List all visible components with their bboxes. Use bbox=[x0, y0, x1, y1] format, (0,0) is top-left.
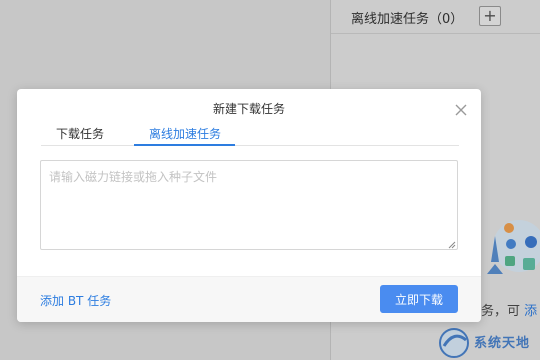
add-bt-task-link[interactable]: 添加 BT 任务 bbox=[40, 292, 111, 309]
dialog-footer: 添加 BT 任务 立即下载 bbox=[17, 276, 481, 322]
download-now-button[interactable]: 立即下载 bbox=[380, 285, 458, 313]
active-tab-indicator bbox=[134, 144, 235, 146]
new-download-dialog: 新建下载任务 下载任务 离线加速任务 添加 BT 任务 立即下载 bbox=[17, 89, 481, 322]
resize-handle-icon[interactable] bbox=[446, 239, 456, 249]
close-icon[interactable] bbox=[454, 103, 468, 117]
magnet-link-input[interactable] bbox=[40, 160, 458, 250]
task-type-tabs: 下载任务 离线加速任务 bbox=[41, 122, 459, 146]
tab-download-task[interactable]: 下载任务 bbox=[56, 125, 104, 146]
dialog-title: 新建下载任务 bbox=[212, 102, 285, 116]
tab-offline-accelerate-task[interactable]: 离线加速任务 bbox=[149, 125, 221, 146]
